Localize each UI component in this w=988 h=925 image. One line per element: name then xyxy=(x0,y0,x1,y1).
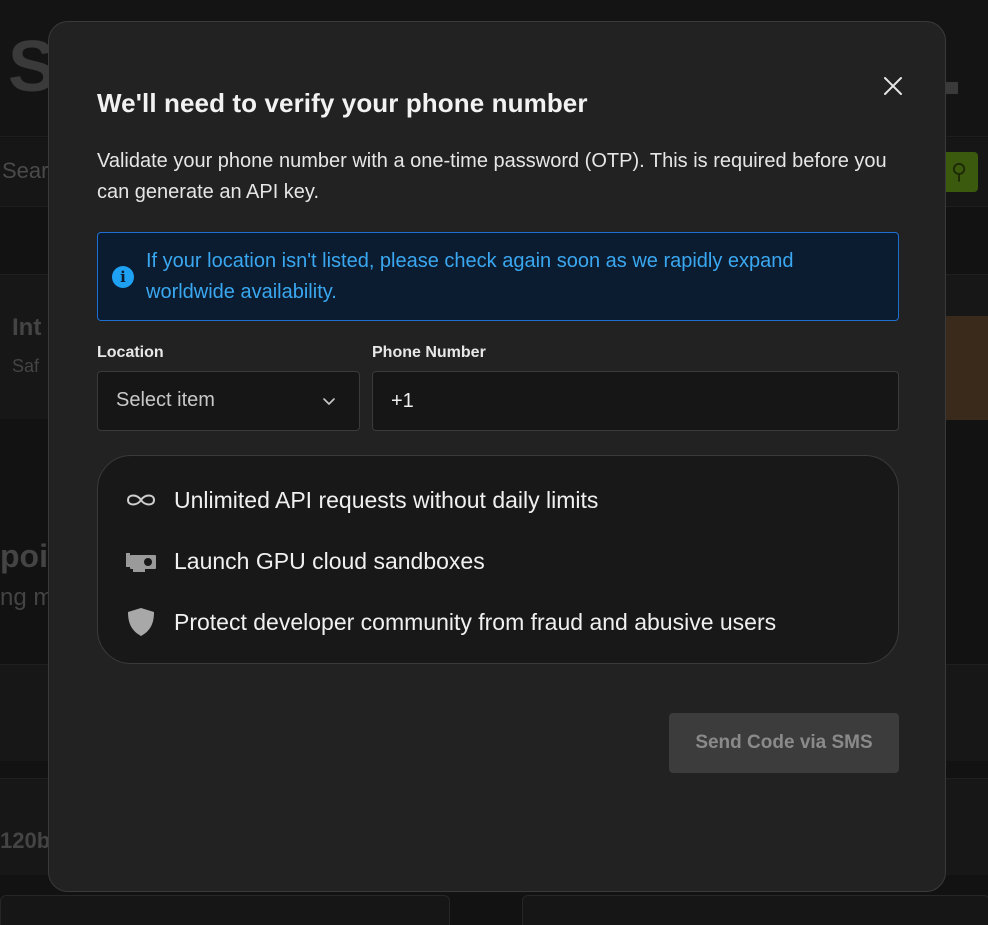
background-logo-dot xyxy=(944,82,958,94)
location-select-placeholder: Select item xyxy=(116,389,215,411)
background-thumbnail xyxy=(945,316,988,420)
feature-text: Launch GPU cloud sandboxes xyxy=(174,548,485,574)
gpu-card-icon xyxy=(124,545,158,577)
modal-title: We'll need to verify your phone number xyxy=(97,88,588,118)
background-card xyxy=(0,895,450,925)
background-section-subtitle: ng m xyxy=(0,584,54,611)
background-row-text: 120b xyxy=(0,828,51,853)
phone-number-input[interactable] xyxy=(372,371,899,431)
background-card xyxy=(522,895,988,925)
chevron-down-icon xyxy=(323,398,335,405)
background-search-placeholder: Sear xyxy=(2,158,49,183)
feature-text: Unlimited API requests without daily lim… xyxy=(174,487,599,513)
shield-icon xyxy=(124,606,158,638)
close-button[interactable] xyxy=(881,74,905,98)
background-row-title: Int xyxy=(12,314,42,341)
info-banner: i If your location isn't listed, please … xyxy=(97,232,899,321)
feature-text: Protect developer community from fraud a… xyxy=(174,609,777,635)
modal-description: Validate your phone number with a one-ti… xyxy=(97,150,887,203)
phone-number-label: Phone Number xyxy=(372,344,486,361)
feature-list: Unlimited API requests without daily lim… xyxy=(97,455,899,664)
send-code-button[interactable]: Send Code via SMS xyxy=(669,713,899,773)
info-banner-text: If your location isn't listed, please ch… xyxy=(146,250,794,303)
verify-phone-modal: We'll need to verify your phone number V… xyxy=(48,21,946,892)
background-section-title: poi xyxy=(0,538,48,574)
location-label: Location xyxy=(97,344,164,361)
info-icon: i xyxy=(112,266,134,288)
background-row-subtitle: Saf xyxy=(12,356,40,376)
location-select[interactable]: Select item xyxy=(97,371,360,431)
close-icon xyxy=(884,77,902,95)
infinity-icon xyxy=(124,484,158,516)
